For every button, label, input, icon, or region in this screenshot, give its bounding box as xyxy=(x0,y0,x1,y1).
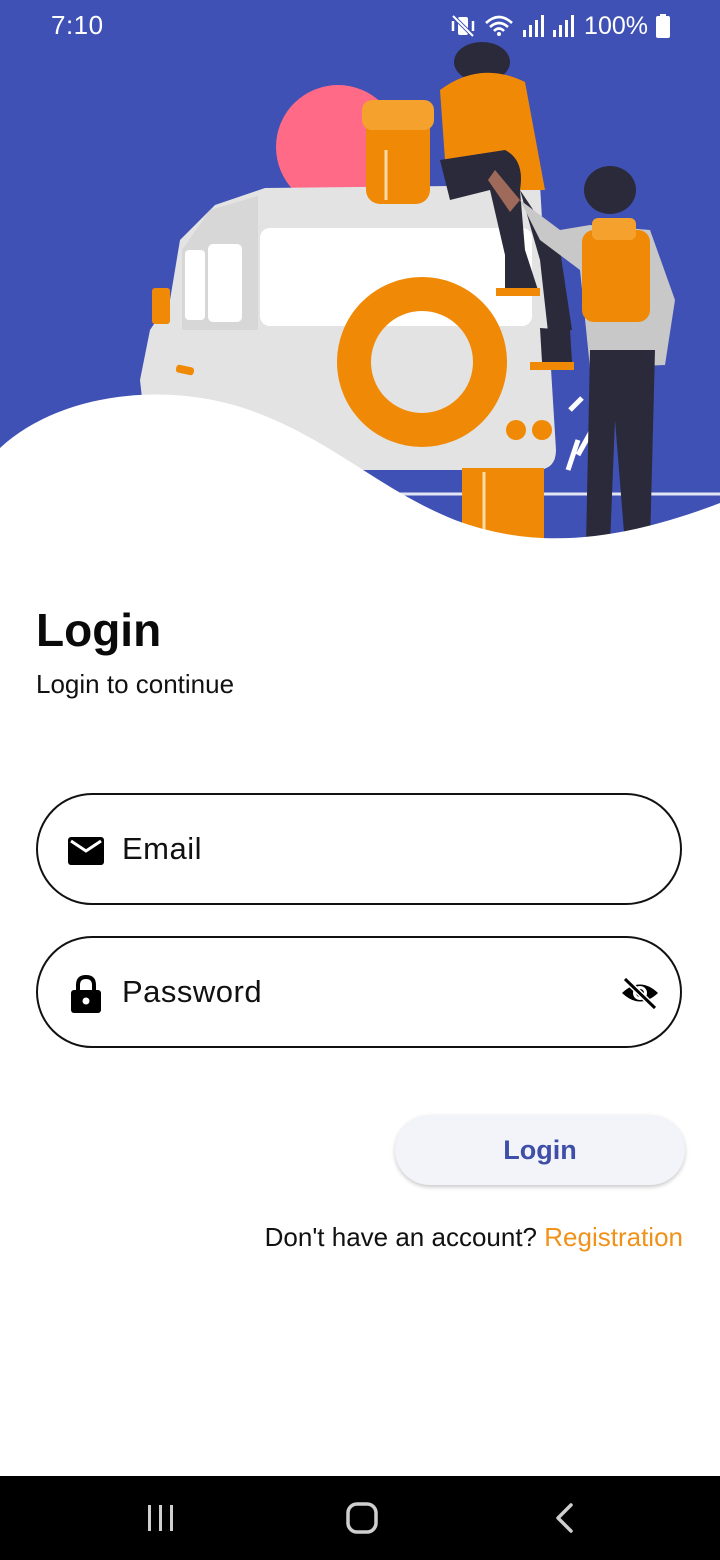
page-subtitle: Login to continue xyxy=(36,669,235,699)
vibrate-off-icon xyxy=(450,13,476,39)
back-icon[interactable] xyxy=(542,1498,586,1538)
signal-icon xyxy=(522,14,545,38)
battery-percent: 100% xyxy=(584,11,648,40)
page-title: Login xyxy=(36,604,162,656)
eye-off-icon[interactable] xyxy=(620,973,660,1013)
email-input[interactable] xyxy=(122,817,602,881)
password-input[interactable] xyxy=(122,960,602,1024)
login-button[interactable]: Login xyxy=(395,1115,685,1185)
wifi-icon xyxy=(484,13,514,39)
register-prompt-row: Don't have an account? Registration xyxy=(265,1222,683,1253)
email-field[interactable] xyxy=(36,793,682,905)
status-icons: 100% xyxy=(450,8,670,44)
registration-link[interactable]: Registration xyxy=(544,1222,683,1252)
mail-icon xyxy=(68,833,104,869)
battery-icon xyxy=(656,14,670,38)
register-prompt: Don't have an account? xyxy=(264,1222,538,1252)
lock-icon xyxy=(68,975,104,1013)
signal-icon xyxy=(552,14,575,38)
status-bar: 7:10 100% xyxy=(0,0,720,54)
login-screen: 7:10 100% Login Login to continue Email … xyxy=(0,0,720,1560)
recents-icon[interactable] xyxy=(139,1498,183,1538)
password-field[interactable] xyxy=(36,936,682,1048)
home-icon[interactable] xyxy=(340,1498,384,1538)
status-time: 7:10 xyxy=(51,10,104,40)
header-illustration xyxy=(0,0,720,545)
navigation-bar xyxy=(0,1476,720,1560)
